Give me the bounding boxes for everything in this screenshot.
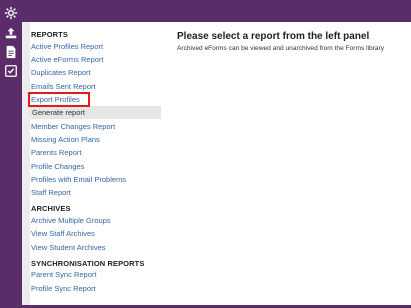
panel-edge [22, 22, 30, 305]
report-profiles-email-problems[interactable]: Profiles with Email Problems [31, 173, 126, 186]
report-generate[interactable]: Generate report [30, 106, 161, 119]
report-parent-sync[interactable]: Parent Sync Report [31, 268, 96, 281]
section-archives-heading: ARCHIVES [31, 204, 71, 213]
report-profile-changes[interactable]: Profile Changes [31, 160, 84, 173]
main-title: Please select a report from the left pan… [177, 31, 370, 42]
main-description: Archived eForms can be viewed and unarch… [177, 45, 385, 52]
section-reports-heading: REPORTS [31, 30, 68, 39]
report-staff[interactable]: Staff Report [31, 186, 71, 199]
upload-icon[interactable] [4, 26, 18, 40]
report-member-changes[interactable]: Member Changes Report [31, 120, 115, 133]
document-icon[interactable] [4, 45, 18, 59]
top-bar [0, 0, 411, 22]
report-profile-sync[interactable]: Profile Sync Report [31, 282, 96, 295]
report-emails-sent[interactable]: Emails Sent Report [31, 80, 96, 93]
view-student-archives[interactable]: View Student Archives [31, 241, 106, 254]
report-active-eforms[interactable]: Active eForms Report [31, 53, 104, 66]
icon-rail [0, 0, 22, 308]
report-parents[interactable]: Parents Report [31, 146, 81, 159]
report-duplicates[interactable]: Duplicates Report [31, 66, 91, 79]
checklist-icon[interactable] [4, 64, 18, 78]
view-staff-archives[interactable]: View Staff Archives [31, 227, 95, 240]
report-active-profiles[interactable]: Active Profiles Report [31, 40, 103, 53]
report-export-profiles[interactable]: Export Profiles [31, 93, 80, 106]
settings-icon[interactable] [4, 6, 18, 20]
section-sync-heading: SYNCHRONISATION REPORTS [31, 259, 145, 268]
archive-multiple-groups[interactable]: Archive Multiple Groups [31, 214, 111, 227]
report-missing-action-plans[interactable]: Missing Action Plans [31, 133, 100, 146]
